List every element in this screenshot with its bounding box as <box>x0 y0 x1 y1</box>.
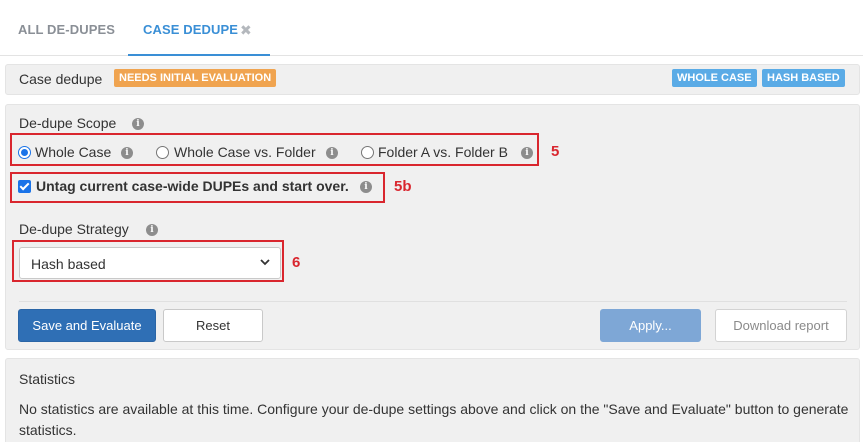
statistics-message: No statistics are available at this time… <box>19 401 849 438</box>
case-dedupe-header: Case dedupe NEEDS INITIAL EVALUATION WHO… <box>5 64 860 95</box>
info-icon[interactable]: i <box>121 147 133 159</box>
annotation-5b: 5b <box>394 178 412 195</box>
radio-whole-case-vs-folder-label[interactable]: Whole Case vs. Folder <box>174 144 316 160</box>
save-and-evaluate-button[interactable]: Save and Evaluate <box>18 309 156 342</box>
close-icon[interactable]: ✖ <box>240 0 252 60</box>
annotation-5: 5 <box>551 143 560 160</box>
apply-button[interactable]: Apply... <box>600 309 701 342</box>
dedupe-settings-panel: De-dupe Scope i 5 Whole Case i Whole Cas… <box>5 104 860 350</box>
info-icon[interactable]: i <box>146 224 158 236</box>
radio-whole-case-label[interactable]: Whole Case <box>35 144 111 160</box>
tag-badge-whole-case: WHOLE CASE <box>672 69 757 87</box>
info-icon[interactable]: i <box>521 147 533 159</box>
page-title: Case dedupe <box>19 71 103 87</box>
info-icon[interactable]: i <box>326 147 338 159</box>
statistics-panel: Statistics No statistics are available a… <box>5 358 860 442</box>
radio-folder-a-vs-folder-b-label[interactable]: Folder A vs. Folder B <box>378 144 508 160</box>
radio-whole-case[interactable] <box>18 146 31 159</box>
info-icon[interactable]: i <box>132 118 144 130</box>
download-report-button[interactable]: Download report <box>715 309 847 342</box>
divider <box>19 301 847 302</box>
radio-folder-a-vs-folder-b[interactable] <box>361 146 374 159</box>
strategy-select[interactable]: Hash based <box>19 247 281 279</box>
tab-bar: ALL DE-DUPES CASE DEDUPE ✖ <box>0 0 863 56</box>
strategy-label: De-dupe Strategy <box>19 221 129 237</box>
untag-checkbox-label[interactable]: Untag current case-wide DUPEs and start … <box>36 178 349 194</box>
info-icon[interactable]: i <box>360 181 372 193</box>
tab-case-dedupe-label: CASE DEDUPE <box>143 22 239 37</box>
strategy-select-value: Hash based <box>31 256 106 272</box>
radio-whole-case-vs-folder[interactable] <box>156 146 169 159</box>
tab-all-dedupes[interactable]: ALL DE-DUPES <box>18 0 115 56</box>
reset-button[interactable]: Reset <box>163 309 263 342</box>
annotation-6: 6 <box>292 254 301 271</box>
tag-badge-hash-based: HASH BASED <box>762 69 845 87</box>
status-badge: NEEDS INITIAL EVALUATION <box>114 69 277 87</box>
chevron-down-icon <box>260 259 270 266</box>
untag-checkbox[interactable] <box>18 180 31 193</box>
statistics-title: Statistics <box>19 371 76 387</box>
scope-label: De-dupe Scope <box>19 115 117 131</box>
